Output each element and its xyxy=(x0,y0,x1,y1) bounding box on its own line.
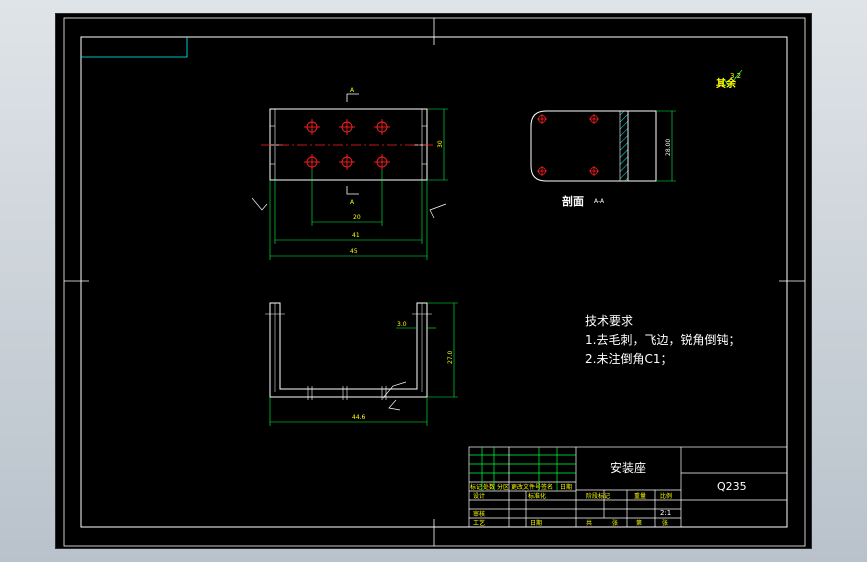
label-page: 第 xyxy=(636,519,642,527)
label-scale: 比例 xyxy=(660,492,672,500)
tech-req-item: 2.未注倒角C1； xyxy=(585,351,672,366)
top-view: A A 30 20 41 45 xyxy=(251,87,448,260)
front-view-dim-thickness: 3.0 xyxy=(397,321,407,328)
sheet-outer-border xyxy=(63,17,806,547)
section-view: 28.00 剖面 A-A xyxy=(530,110,676,208)
section-label: A-A xyxy=(594,198,605,205)
roughness-symbol: 其余 3.2 xyxy=(716,69,743,90)
top-view-outline xyxy=(269,108,428,181)
tech-req-heading: 技术要求 xyxy=(585,314,633,328)
label-weight: 重量 xyxy=(634,492,646,500)
section-mark-bottom: A xyxy=(350,199,355,206)
top-view-dim-inner: 41 xyxy=(352,232,360,239)
roughness-value: 3.2 xyxy=(730,72,741,80)
label-process: 工艺 xyxy=(473,519,485,527)
front-view-dim-width: 44.6 xyxy=(352,414,366,421)
label-signature: 签名 xyxy=(541,483,553,491)
label-stage-mark: 阶段标记 xyxy=(586,492,610,500)
front-view-dim-height: 27.0 xyxy=(447,350,454,364)
top-view-dim-height: 30 xyxy=(437,140,444,148)
label-reviewer: 审核 xyxy=(473,510,485,518)
label-standardization: 标准化 xyxy=(528,492,546,500)
cad-drawing: 其余 3.2 A A 30 20 41 45 28.00 剖面 A-A 3.0 … xyxy=(63,17,806,547)
label-approve: 日期 xyxy=(530,519,542,527)
scale-value: 2:1 xyxy=(660,509,671,517)
label-count: 处数 xyxy=(483,483,495,491)
part-name: 安装座 xyxy=(610,460,646,475)
section-outline xyxy=(530,110,657,182)
top-view-holes xyxy=(304,119,390,170)
label-mark: 标记 xyxy=(470,483,482,491)
drawing-sheet: 其余 3.2 A A 30 20 41 45 28.00 剖面 A-A 3.0 … xyxy=(55,13,812,549)
material: Q235 xyxy=(717,480,747,493)
section-mark-top: A xyxy=(350,87,355,94)
label-sheets: 张 xyxy=(612,519,618,527)
section-title: 剖面 xyxy=(562,194,584,208)
label-date: 日期 xyxy=(560,483,572,491)
corner-tab xyxy=(81,37,188,58)
top-view-dim-hole-span: 20 xyxy=(353,214,361,221)
label-page-sheets: 张 xyxy=(662,519,668,527)
label-zone: 分区 xyxy=(497,483,509,491)
title-block-text: 安装座 Q235 2:1 标记 处数 分区 更改文件号 签名 日期 设计 标准化… xyxy=(470,460,747,527)
label-change-doc: 更改文件号 xyxy=(511,483,541,491)
label-total: 共 xyxy=(586,519,592,527)
front-view: 3.0 27.0 44.6 xyxy=(265,302,458,426)
technical-requirements: 技术要求 1.去毛刺，飞边，锐角倒钝； 2.未注倒角C1； xyxy=(585,314,740,366)
label-designer: 设计 xyxy=(473,492,485,500)
top-view-dim-overall: 45 xyxy=(350,248,358,255)
section-hatch xyxy=(619,110,629,182)
tech-req-item: 1.去毛刺，飞边，锐角倒钝； xyxy=(585,333,740,347)
section-dim-height: 28.00 xyxy=(665,139,672,156)
